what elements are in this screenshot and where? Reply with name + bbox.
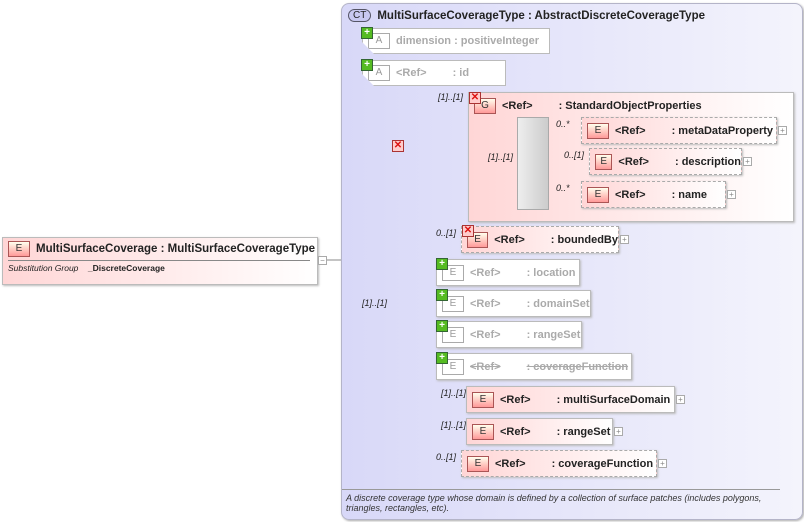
element-tag-icon: E bbox=[595, 153, 613, 170]
element-ref: <Ref> bbox=[494, 233, 525, 246]
group-cardinality: [1]..[1] bbox=[438, 92, 464, 102]
complex-type-description: A discrete coverage type whose domain is… bbox=[342, 489, 780, 516]
child-element[interactable]: E <Ref> : multiSurfaceDomain bbox=[466, 386, 675, 413]
cardinality: [1]..[1] bbox=[441, 420, 467, 430]
element-type: : description bbox=[674, 155, 741, 168]
element-ref: <Ref> bbox=[470, 328, 501, 341]
element-type: : coverageFunction bbox=[551, 457, 654, 470]
plus-icon: + bbox=[436, 320, 448, 332]
element-ref: <Ref> bbox=[470, 266, 501, 279]
complex-type-badge-icon: CT bbox=[348, 9, 372, 22]
substitution-value: _DiscreteCoverage bbox=[87, 263, 165, 273]
remove-icon: ✕ bbox=[462, 225, 474, 237]
attribute-type: : positiveInteger bbox=[454, 35, 540, 47]
group-sequence[interactable] bbox=[517, 117, 549, 210]
attribute-dimension[interactable]: Adimension : positiveInteger bbox=[362, 28, 550, 54]
expand-icon[interactable]: + bbox=[658, 459, 667, 468]
element-name: MultiSurfaceCoverage bbox=[36, 243, 158, 255]
child-element[interactable]: E <Ref> : name bbox=[581, 181, 726, 208]
child-element[interactable]: E <Ref>: boundedBy bbox=[461, 226, 619, 253]
plus-icon: + bbox=[436, 258, 448, 270]
element-tag-icon: E bbox=[467, 455, 489, 472]
complex-type-title: MultiSurfaceCoverageType : AbstractDiscr… bbox=[377, 9, 705, 22]
expand-icon[interactable]: + bbox=[620, 235, 629, 244]
group-type: : StandardObjectProperties bbox=[558, 100, 702, 112]
cardinality: [1]..[1] bbox=[441, 388, 467, 398]
attribute-name: <Ref> bbox=[396, 67, 427, 79]
expand-icon[interactable]: + bbox=[614, 427, 623, 436]
child-element[interactable]: E <Ref>: coverageFunction bbox=[436, 353, 632, 380]
attribute-type: : id bbox=[452, 67, 470, 79]
element-ref: <Ref> bbox=[615, 124, 646, 137]
expand-icon[interactable]: + bbox=[743, 157, 752, 166]
sequence-cardinality: [1]..[1] bbox=[362, 298, 388, 308]
child-element[interactable]: E <Ref> : rangeSet bbox=[466, 418, 613, 445]
group-sequence-cardinality: [1]..[1] bbox=[488, 152, 514, 162]
substitution-label: Substitution Group bbox=[8, 263, 79, 273]
element-tag-icon: E bbox=[587, 186, 609, 203]
attribute-id[interactable]: A <Ref>: id bbox=[362, 60, 506, 86]
child-element[interactable]: E <Ref> : description bbox=[589, 148, 742, 175]
element-type: : boundedBy bbox=[550, 233, 618, 246]
cardinality: 0..[1] bbox=[564, 150, 585, 160]
element-type: : multiSurfaceDomain bbox=[556, 393, 671, 406]
element-type: : name bbox=[671, 188, 708, 201]
plus-icon: + bbox=[436, 352, 448, 364]
element-type: : domainSet bbox=[526, 297, 590, 310]
element-ref: <Ref> bbox=[470, 360, 501, 373]
element-tag-icon: E bbox=[472, 423, 494, 440]
element-ref: <Ref> bbox=[500, 425, 531, 438]
element-tag-icon: E bbox=[472, 391, 494, 408]
element-tag-icon: E bbox=[8, 241, 30, 257]
plus-icon: + bbox=[361, 59, 373, 71]
attribute-name: dimension bbox=[396, 35, 452, 47]
remove-icon: ✕ bbox=[392, 140, 404, 152]
cardinality: 0..[1] bbox=[436, 228, 457, 238]
plus-icon: + bbox=[361, 27, 373, 39]
element-type: : location bbox=[526, 266, 576, 279]
expand-icon[interactable]: + bbox=[727, 190, 736, 199]
element-ref: <Ref> bbox=[470, 297, 501, 310]
element-type: : metaDataProperty bbox=[671, 124, 774, 137]
child-element[interactable]: E <Ref> : metaDataProperty bbox=[581, 117, 777, 144]
child-element[interactable]: E <Ref>: location bbox=[436, 259, 580, 286]
group-ref: <Ref> bbox=[502, 100, 533, 112]
element-type: : rangeSet bbox=[526, 328, 581, 341]
element-tag-icon: E bbox=[587, 122, 609, 139]
collapse-icon[interactable]: − bbox=[318, 256, 327, 265]
expand-icon[interactable]: + bbox=[676, 395, 685, 404]
element-type: : coverageFunction bbox=[526, 360, 629, 373]
cardinality: 0..* bbox=[556, 119, 570, 129]
element-ref: <Ref> bbox=[500, 393, 531, 406]
element-type: : rangeSet bbox=[556, 425, 611, 438]
cardinality: 0..[1] bbox=[436, 452, 457, 462]
child-element[interactable]: E <Ref> : coverageFunction bbox=[461, 450, 657, 477]
child-element[interactable]: E <Ref>: domainSet bbox=[436, 290, 591, 317]
element-ref: <Ref> bbox=[615, 188, 646, 201]
remove-icon: ✕ bbox=[469, 92, 481, 104]
plus-icon: + bbox=[436, 289, 448, 301]
cardinality: 0..* bbox=[556, 183, 570, 193]
expand-icon[interactable]: + bbox=[778, 126, 787, 135]
element-ref: <Ref> bbox=[495, 457, 526, 470]
element-type: : MultiSurfaceCoverageType bbox=[160, 243, 316, 255]
element-ref: <Ref> bbox=[618, 155, 649, 168]
child-element[interactable]: E <Ref>: rangeSet bbox=[436, 321, 582, 348]
root-element[interactable]: E MultiSurfaceCoverage : MultiSurfaceCov… bbox=[2, 237, 318, 285]
